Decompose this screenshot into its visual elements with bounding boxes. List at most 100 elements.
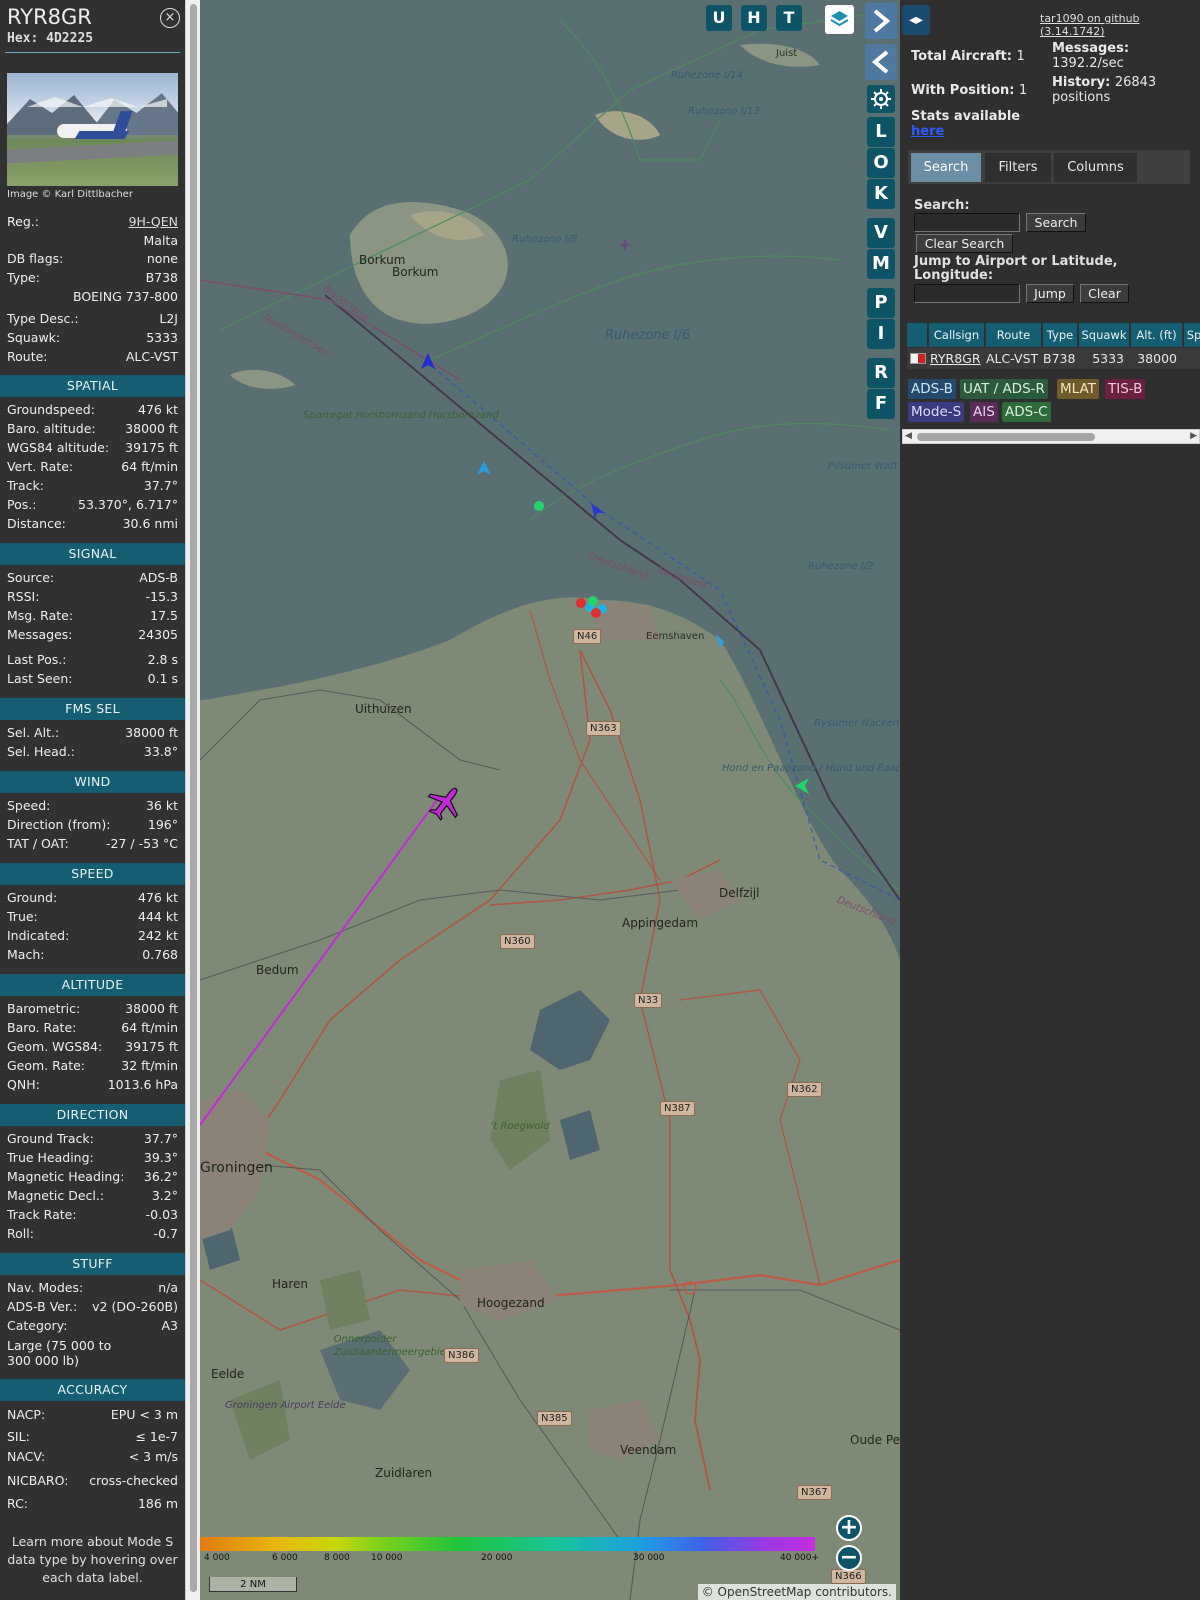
panel-tabs: Search Filters Columns — [908, 150, 1190, 184]
section-wind: WIND — [0, 771, 185, 793]
table-header-squawk[interactable]: Squawk — [1079, 323, 1129, 347]
with-position-label: With Position: — [911, 83, 1015, 98]
aircraft-marker[interactable] — [716, 634, 730, 648]
row-callsign[interactable]: RYR8GR — [930, 348, 981, 369]
spatial-key: Vert. Rate: — [7, 459, 74, 474]
accuracy-key: NICBARO: — [7, 1473, 69, 1488]
accuracy-row: RC: 186 m — [7, 1496, 178, 1514]
scroll-left-icon[interactable]: ◀ — [905, 430, 912, 443]
toggle-l-button[interactable]: L — [867, 117, 895, 147]
toggle-o-button[interactable]: O — [867, 148, 895, 178]
wind-key: Direction (from): — [7, 817, 111, 832]
source-modes-tag: Mode-S — [908, 402, 965, 422]
chevron-left-icon[interactable] — [865, 44, 897, 80]
table-horizontal-scrollbar[interactable]: ◀ ▶ — [902, 429, 1200, 444]
toggle-u-button[interactable]: U — [706, 5, 732, 31]
accuracy-val: cross-checked — [89, 1473, 178, 1488]
aircraft-marker[interactable] — [421, 353, 435, 369]
close-info-icon[interactable]: × — [160, 8, 180, 28]
wind-val: -27 / -53 °C — [106, 836, 178, 851]
tab-search[interactable]: Search — [911, 153, 981, 182]
gear-icon[interactable] — [867, 85, 895, 113]
scroll-right-icon[interactable]: ▶ — [1190, 430, 1197, 443]
tab-columns[interactable]: Columns — [1054, 153, 1137, 182]
aircraft-photo[interactable] — [7, 73, 178, 186]
altitude-row: QNH: 1013.6 hPa — [7, 1077, 178, 1095]
jump-button[interactable]: Jump — [1026, 284, 1074, 303]
road-shield: N46 — [573, 629, 602, 644]
altitude-val: 32 ft/min — [121, 1058, 178, 1073]
table-header-altitude[interactable]: Alt. (ft) — [1131, 323, 1182, 347]
search-input[interactable] — [914, 213, 1020, 232]
aircraft-list-panel: ◂▸ tar1090 on github (3.14.1742) Total A… — [900, 0, 1200, 1600]
dbflags-label: DB flags: — [7, 251, 64, 266]
scrollbar-thumb[interactable] — [917, 433, 1095, 441]
reg-link[interactable]: 9H-QEN — [129, 214, 178, 229]
altitude-val: 38000 ft — [125, 1001, 178, 1016]
search-button[interactable]: Search — [1026, 213, 1086, 232]
direction-row: Roll: -0.7 — [7, 1226, 178, 1244]
spatial-key: Baro. altitude: — [7, 421, 96, 436]
map-view[interactable]: Borkum Borkum Juist Uithuizen Eemshaven … — [200, 0, 900, 1600]
table-header-route[interactable]: Route — [986, 323, 1041, 347]
clear-search-button[interactable]: Clear Search — [916, 234, 1013, 253]
toggle-m-button[interactable]: M — [867, 249, 895, 279]
accuracy-key: NACP: — [7, 1407, 46, 1422]
toggle-sidebar-icon[interactable]: ◂▸ — [902, 5, 930, 35]
spatial-val: 53.370°, 6.717° — [78, 497, 178, 512]
minus-icon[interactable]: − — [836, 1545, 862, 1571]
place-label: Eelde — [211, 1367, 245, 1381]
with-position-stat: With Position: 1 — [911, 83, 1027, 98]
signal-val: 2.8 s — [147, 652, 178, 667]
aircraft-marker[interactable] — [591, 503, 605, 519]
table-header-callsign[interactable]: Callsign — [929, 323, 984, 347]
toggle-t-button[interactable]: T — [776, 5, 802, 31]
signal-key: Msg. Rate: — [7, 608, 74, 623]
table-header-speed[interactable]: Sp — [1184, 323, 1200, 347]
toggle-r-button[interactable]: R — [867, 358, 895, 388]
direction-row: Ground Track: 37.7° — [7, 1131, 178, 1149]
ground-vehicle-marker[interactable] — [533, 500, 545, 512]
squawk-row: Squawk: 5333 — [7, 330, 178, 348]
accuracy-row: NICBARO: cross-checked — [7, 1473, 178, 1491]
direction-row: Magnetic Decl.: 3.2° — [7, 1188, 178, 1206]
scrollbar-thumb[interactable] — [190, 4, 197, 1592]
table-header-type[interactable]: Type — [1043, 323, 1077, 347]
layers-icon[interactable] — [825, 5, 854, 34]
toggle-h-button[interactable]: H — [741, 5, 767, 31]
speed-val: 444 kt — [138, 909, 178, 924]
aircraft-marker[interactable] — [795, 778, 809, 794]
toggle-i-button[interactable]: I — [867, 319, 895, 349]
toggle-k-button[interactable]: K — [867, 179, 895, 209]
tab-filters[interactable]: Filters — [985, 153, 1051, 182]
area-label: Zuidlaardermeergebied — [333, 1347, 453, 1358]
section-speed: SPEED — [0, 863, 185, 885]
jump-input[interactable] — [914, 284, 1020, 303]
accuracy-key: RC: — [7, 1496, 29, 1511]
ground-vehicle-cluster[interactable] — [574, 596, 610, 626]
row-altitude: 38000 — [1137, 351, 1177, 366]
stuff-val: v2 (DO-260B) — [92, 1299, 178, 1314]
typedesc-row: Type Desc.: L2J — [7, 311, 178, 329]
selected-aircraft-icon[interactable] — [425, 783, 465, 823]
area-label: Sparregat Horsbornzand Horsbornzand — [303, 410, 499, 422]
map-attribution[interactable]: © OpenStreetMap contributors. — [697, 1584, 896, 1600]
github-link[interactable]: tar1090 on github (3.14.1742) — [1040, 12, 1200, 38]
plus-icon[interactable]: + — [836, 1515, 862, 1541]
table-header-flag[interactable] — [907, 323, 927, 347]
wind-val: 36 kt — [145, 798, 178, 813]
place-label: Haren — [272, 1277, 309, 1291]
spatial-val: 38000 ft — [125, 421, 178, 436]
clear-button[interactable]: Clear — [1080, 284, 1129, 303]
toggle-v-button[interactable]: V — [867, 218, 895, 248]
toggle-p-button[interactable]: P — [867, 288, 895, 318]
toggle-f-button[interactable]: F — [867, 389, 895, 419]
info-panel-scrollbar[interactable] — [185, 0, 200, 1600]
reg-label: Reg.: — [7, 214, 39, 229]
aircraft-marker[interactable] — [477, 461, 491, 475]
spatial-val: 39175 ft — [125, 440, 178, 455]
chevron-right-icon[interactable] — [865, 3, 897, 39]
dbflags-row: DB flags: none — [7, 251, 178, 269]
accuracy-row: NACV: < 3 m/s — [7, 1449, 178, 1467]
stats-link[interactable]: here — [911, 124, 944, 139]
